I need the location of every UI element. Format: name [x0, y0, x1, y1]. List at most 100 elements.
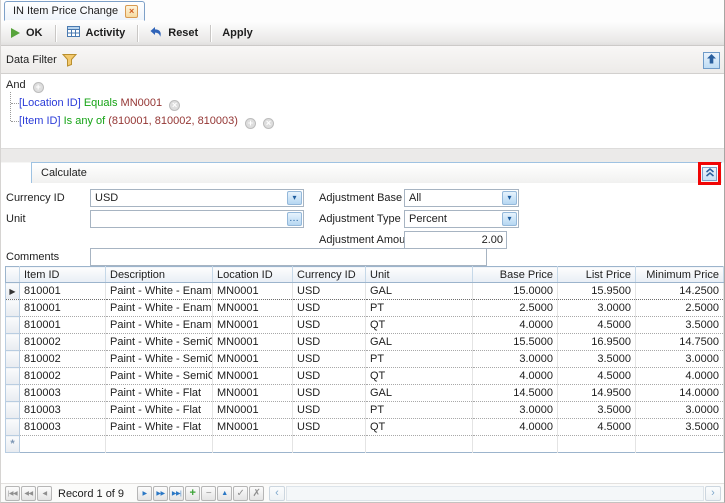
cell[interactable]: 810003 [20, 402, 106, 419]
row-selector[interactable]: ▶ [6, 283, 20, 300]
cell[interactable]: USD [293, 419, 366, 436]
adjustment-base-combo[interactable]: All ▾ [404, 189, 519, 207]
nav-prev-button[interactable]: ◀ [37, 486, 52, 501]
scroll-left-button[interactable]: ‹ [269, 486, 285, 501]
cell[interactable]: PT [366, 402, 473, 419]
cell[interactable] [106, 436, 213, 453]
cell[interactable]: 810001 [20, 300, 106, 317]
cell[interactable]: MN0001 [213, 283, 293, 300]
column-header[interactable]: Currency ID [293, 267, 366, 283]
nav-cancel-edit-button[interactable]: ✗ [249, 486, 264, 501]
add-condition-icon[interactable]: + [33, 82, 44, 93]
dropdown-button[interactable]: ▾ [502, 212, 517, 226]
row-selector[interactable] [6, 419, 20, 436]
add-value-icon[interactable]: + [245, 118, 256, 129]
adjustment-type-combo[interactable]: Percent ▾ [404, 210, 519, 228]
cell[interactable] [558, 436, 636, 453]
cell[interactable]: 15.9500 [558, 283, 636, 300]
cell[interactable]: MN0001 [213, 385, 293, 402]
cell[interactable]: 810001 [20, 283, 106, 300]
nav-next-page-button[interactable]: ▶▶ [153, 486, 168, 501]
nav-first-button[interactable]: |◀◀ [5, 486, 20, 501]
cell[interactable]: GAL [366, 334, 473, 351]
filter-root-node[interactable]: And + [6, 79, 44, 93]
cell[interactable]: 810003 [20, 385, 106, 402]
cell[interactable]: 4.5000 [558, 368, 636, 385]
cell[interactable]: MN0001 [213, 351, 293, 368]
ok-button[interactable]: OK [4, 23, 52, 43]
filter-field[interactable]: [Location ID] [19, 97, 81, 109]
cell[interactable]: USD [293, 385, 366, 402]
cell[interactable]: 14.0000 [636, 385, 724, 402]
nav-append-button[interactable]: + [185, 486, 200, 501]
cell[interactable]: 810002 [20, 351, 106, 368]
row-selector[interactable] [6, 334, 20, 351]
cell[interactable]: PT [366, 351, 473, 368]
column-header[interactable]: Item ID [20, 267, 106, 283]
cell[interactable]: MN0001 [213, 419, 293, 436]
column-header[interactable]: Unit [366, 267, 473, 283]
cell[interactable]: MN0001 [213, 300, 293, 317]
cell[interactable]: USD [293, 402, 366, 419]
cell[interactable]: MN0001 [213, 334, 293, 351]
cell[interactable]: 3.0000 [473, 351, 558, 368]
cell[interactable]: 14.7500 [636, 334, 724, 351]
cell[interactable]: 3.0000 [473, 402, 558, 419]
cell[interactable]: QT [366, 317, 473, 334]
cell[interactable]: 2.5000 [473, 300, 558, 317]
cell[interactable] [636, 436, 724, 453]
cell[interactable]: 14.2500 [636, 283, 724, 300]
cell[interactable]: QT [366, 368, 473, 385]
cell[interactable]: 2.5000 [636, 300, 724, 317]
cell[interactable]: Paint - White - SemiGl... [106, 368, 213, 385]
cell[interactable]: USD [293, 351, 366, 368]
cell[interactable]: MN0001 [213, 402, 293, 419]
new-row-indicator[interactable]: * [6, 436, 20, 453]
cell[interactable]: 810002 [20, 368, 106, 385]
reset-button[interactable]: Reset [142, 23, 207, 43]
cell[interactable]: 3.0000 [636, 351, 724, 368]
cell[interactable]: 810003 [20, 419, 106, 436]
filter-root-label[interactable]: And [6, 79, 26, 91]
cell[interactable]: 3.5000 [636, 419, 724, 436]
nav-prev-page-button[interactable]: ◀◀ [21, 486, 36, 501]
nav-next-button[interactable]: ▶ [137, 486, 152, 501]
cell[interactable]: USD [293, 368, 366, 385]
cell[interactable]: 16.9500 [558, 334, 636, 351]
dropdown-button[interactable]: ▾ [502, 191, 517, 205]
cell[interactable] [293, 436, 366, 453]
cell[interactable]: 4.5000 [558, 317, 636, 334]
row-selector[interactable] [6, 300, 20, 317]
cell[interactable]: MN0001 [213, 317, 293, 334]
row-selector[interactable] [6, 402, 20, 419]
cell[interactable] [213, 436, 293, 453]
nav-end-edit-button[interactable]: ✓ [233, 486, 248, 501]
filter-operator[interactable]: Equals [84, 97, 118, 109]
column-header[interactable]: Location ID [213, 267, 293, 283]
cell[interactable]: 4.0000 [473, 419, 558, 436]
cell[interactable]: 3.0000 [636, 402, 724, 419]
filter-value[interactable]: MN0001 [121, 97, 163, 109]
cell[interactable]: 4.0000 [473, 317, 558, 334]
nav-edit-button[interactable]: ▲ [217, 486, 232, 501]
cell[interactable]: 14.5000 [473, 385, 558, 402]
column-header[interactable]: Minimum Price [636, 267, 724, 283]
cell[interactable]: 3.5000 [558, 351, 636, 368]
cell[interactable]: Paint - White - Enamel [106, 317, 213, 334]
column-header[interactable]: Base Price [473, 267, 558, 283]
close-icon[interactable]: × [125, 5, 138, 18]
row-selector[interactable] [6, 317, 20, 334]
column-header[interactable]: Description [106, 267, 213, 283]
remove-condition-icon[interactable]: × [263, 118, 274, 129]
scroll-right-button[interactable]: › [705, 486, 721, 501]
adjustment-amount-input[interactable] [404, 231, 507, 249]
filter-operator[interactable]: Is any of [64, 115, 106, 127]
nav-last-button[interactable]: ▶▶| [169, 486, 184, 501]
cell[interactable]: 810002 [20, 334, 106, 351]
cell[interactable]: 14.9500 [558, 385, 636, 402]
currency-id-combo[interactable]: USD ▾ [90, 189, 304, 207]
cell[interactable]: 3.5000 [558, 402, 636, 419]
cell[interactable]: 4.0000 [473, 368, 558, 385]
filter-value[interactable]: (810001, 810002, 810003) [108, 115, 238, 127]
cell[interactable]: 810001 [20, 317, 106, 334]
